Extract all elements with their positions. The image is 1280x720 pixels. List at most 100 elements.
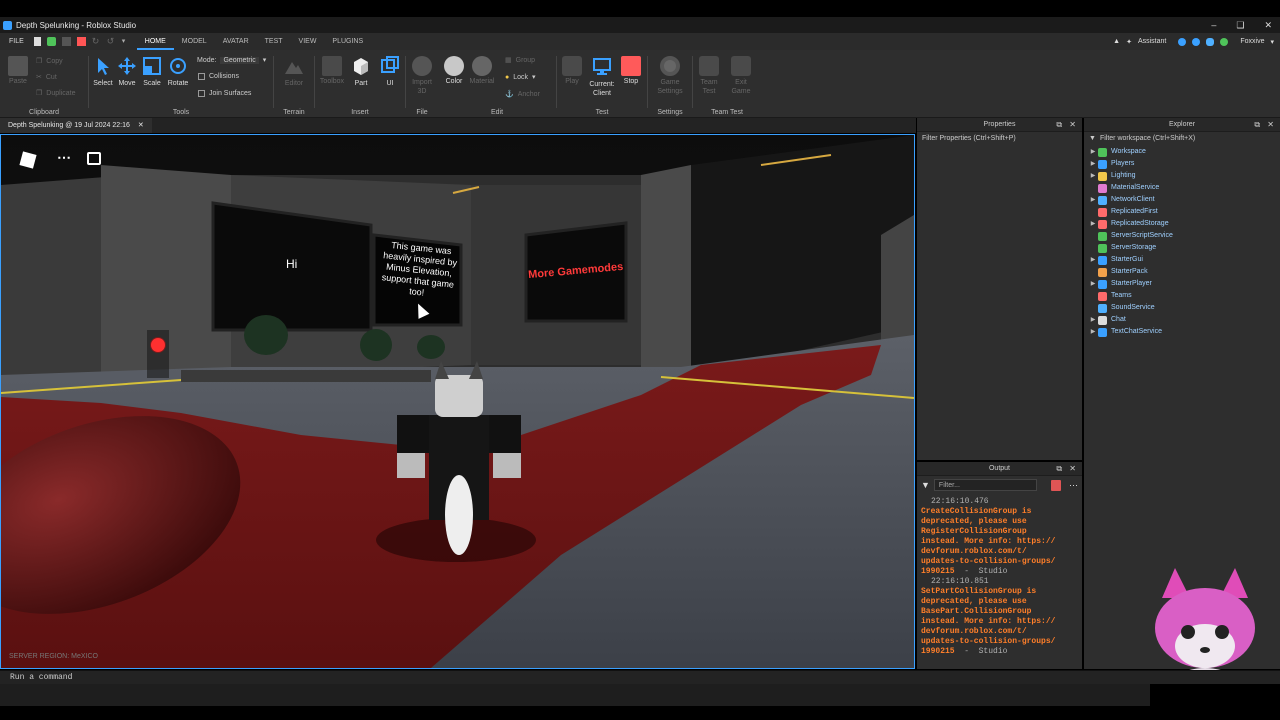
- popout-icon[interactable]: ⧉: [1056, 464, 1062, 473]
- maximize-icon[interactable]: ❑: [1236, 20, 1244, 31]
- part-button[interactable]: Part: [349, 56, 373, 87]
- output-toolbar: ▼ Filter... ⋯: [917, 476, 1082, 494]
- scale-button[interactable]: Scale: [140, 56, 164, 87]
- lock-button[interactable]: ● Lock ▾: [505, 73, 536, 82]
- game-viewport[interactable]: ⋯ Hi This game was heavily inspired by M…: [0, 134, 915, 669]
- close-icon[interactable]: ✕: [1069, 120, 1076, 129]
- explorer-item[interactable]: ▶ Chat: [1088, 314, 1280, 326]
- game-settings-button[interactable]: Game Settings: [655, 56, 685, 96]
- expand-arrow-icon[interactable]: ▶: [1088, 158, 1098, 170]
- paste-button[interactable]: Paste: [6, 56, 30, 85]
- cut-button[interactable]: ✂ Cut: [36, 73, 57, 82]
- expand-arrow-icon[interactable]: ▶: [1088, 326, 1098, 338]
- material-button[interactable]: Material: [467, 56, 497, 85]
- minimize-icon[interactable]: –: [1211, 20, 1216, 30]
- expand-arrow-icon[interactable]: ▶: [1088, 314, 1098, 326]
- join-surfaces-toggle[interactable]: Join Surfaces: [198, 90, 251, 97]
- popout-icon[interactable]: ⧉: [1254, 120, 1260, 129]
- stop-icon[interactable]: [76, 37, 86, 46]
- explorer-item[interactable]: MaterialService: [1088, 182, 1280, 194]
- share-icon[interactable]: [1220, 37, 1229, 46]
- chat-icon[interactable]: [87, 152, 101, 165]
- delete-icon[interactable]: [1051, 479, 1061, 491]
- close-icon[interactable]: ✕: [1267, 120, 1274, 129]
- duplicate-button[interactable]: ❐ Duplicate: [36, 89, 75, 98]
- collapse-ribbon-icon[interactable]: ▲: [1113, 38, 1120, 45]
- cursor-icon: [98, 58, 109, 75]
- sync-icon[interactable]: [1178, 37, 1187, 46]
- tab-model[interactable]: MODEL: [174, 33, 215, 50]
- explorer-item[interactable]: ReplicatedFirst: [1088, 206, 1280, 218]
- publish-icon[interactable]: [46, 37, 56, 46]
- terrain-editor-button[interactable]: Editor: [282, 56, 306, 87]
- filter-funnel-icon[interactable]: ▼: [1089, 132, 1096, 145]
- stop-button[interactable]: Stop: [619, 56, 643, 85]
- info-icon[interactable]: [1192, 37, 1201, 46]
- select-button[interactable]: Select: [91, 56, 115, 87]
- explorer-item[interactable]: ▶ ReplicatedStorage: [1088, 218, 1280, 230]
- test-label: Test: [595, 109, 609, 116]
- assistant-button[interactable]: Assistant: [1138, 38, 1166, 45]
- more-options-icon[interactable]: ⋯: [57, 149, 71, 166]
- rotate-button[interactable]: Rotate: [166, 56, 190, 87]
- new-file-icon[interactable]: [33, 37, 41, 46]
- explorer-filter-input[interactable]: Filter workspace (Ctrl+Shift+X): [1100, 132, 1195, 145]
- ui-button[interactable]: UI: [378, 56, 402, 87]
- explorer-item[interactable]: ▶ NetworkClient: [1088, 194, 1280, 206]
- color-button[interactable]: Color: [441, 56, 467, 85]
- toolbox-button[interactable]: Toolbox: [317, 56, 347, 85]
- cloud-icon[interactable]: [1206, 37, 1215, 46]
- tab-test[interactable]: TEST: [257, 33, 291, 50]
- collisions-toggle[interactable]: Collisions: [198, 73, 239, 80]
- current-client-button[interactable]: Current: Client: [585, 56, 619, 98]
- tab-view[interactable]: VIEW: [291, 33, 325, 50]
- expand-arrow-icon[interactable]: ▶: [1088, 278, 1098, 290]
- expand-arrow-icon[interactable]: ▶: [1088, 170, 1098, 182]
- move-button[interactable]: Move: [115, 56, 139, 87]
- undo-icon[interactable]: ↺: [107, 37, 116, 46]
- close-tab-icon[interactable]: ✕: [138, 122, 144, 129]
- anchor-button[interactable]: ⚓ Anchor: [505, 90, 540, 99]
- group-button[interactable]: ▦ Group: [505, 56, 535, 65]
- tab-avatar[interactable]: AVATAR: [215, 33, 257, 50]
- tab-home[interactable]: HOME: [136, 33, 174, 50]
- close-icon[interactable]: ✕: [1264, 20, 1272, 31]
- command-bar-input[interactable]: Run a command: [0, 670, 1280, 684]
- explorer-item[interactable]: ▶ Workspace: [1088, 146, 1280, 158]
- user-dropdown-icon[interactable]: ▾: [1270, 38, 1274, 46]
- copy-button[interactable]: ❐ Copy: [36, 57, 63, 66]
- popout-icon[interactable]: ⧉: [1056, 120, 1062, 129]
- more-options-icon[interactable]: ⋯: [1069, 480, 1078, 491]
- play-button[interactable]: Play: [559, 56, 585, 85]
- expand-arrow-icon[interactable]: ▶: [1088, 194, 1098, 206]
- explorer-item[interactable]: ▶ Players: [1088, 158, 1280, 170]
- play-icon[interactable]: [61, 37, 71, 46]
- qa-dropdown-icon[interactable]: ▾: [122, 37, 131, 46]
- file-menu[interactable]: FILE: [9, 38, 24, 45]
- document-tab[interactable]: Depth Spelunking @ 19 Jul 2024 22:16 ✕: [0, 118, 152, 133]
- expand-arrow-icon[interactable]: ▶: [1088, 254, 1098, 266]
- filter-funnel-icon[interactable]: ▼: [921, 480, 930, 490]
- close-icon[interactable]: ✕: [1069, 464, 1076, 473]
- explorer-item[interactable]: ServerStorage: [1088, 242, 1280, 254]
- explorer-item[interactable]: ▶ StarterPlayer: [1088, 278, 1280, 290]
- explorer-item[interactable]: ▶ StarterGui: [1088, 254, 1280, 266]
- mode-selector[interactable]: Mode: Geometric ▾: [197, 56, 266, 64]
- exit-game-button[interactable]: Exit Game: [729, 56, 753, 96]
- explorer-item[interactable]: ▶ Lighting: [1088, 170, 1280, 182]
- explorer-item[interactable]: SoundService: [1088, 302, 1280, 314]
- tab-plugins[interactable]: PLUGINS: [324, 33, 371, 50]
- team-test-button[interactable]: Team Test: [697, 56, 721, 96]
- output-filter-input[interactable]: Filter...: [933, 479, 1037, 491]
- properties-filter-input[interactable]: Filter Properties (Ctrl+Shift+P): [917, 132, 1082, 145]
- explorer-item[interactable]: Teams: [1088, 290, 1280, 302]
- explorer-item[interactable]: ▶ TextChatService: [1088, 326, 1280, 338]
- explorer-item[interactable]: ServerScriptService: [1088, 230, 1280, 242]
- user-name[interactable]: Foxxive: [1240, 38, 1264, 45]
- explorer-item[interactable]: StarterPack: [1088, 266, 1280, 278]
- expand-arrow-icon[interactable]: ▶: [1088, 146, 1098, 158]
- expand-arrow-icon[interactable]: ▶: [1088, 218, 1098, 230]
- redo-icon[interactable]: ↻: [92, 37, 101, 46]
- service-icon: [1098, 207, 1107, 217]
- import3d-button[interactable]: Import 3D: [410, 56, 434, 96]
